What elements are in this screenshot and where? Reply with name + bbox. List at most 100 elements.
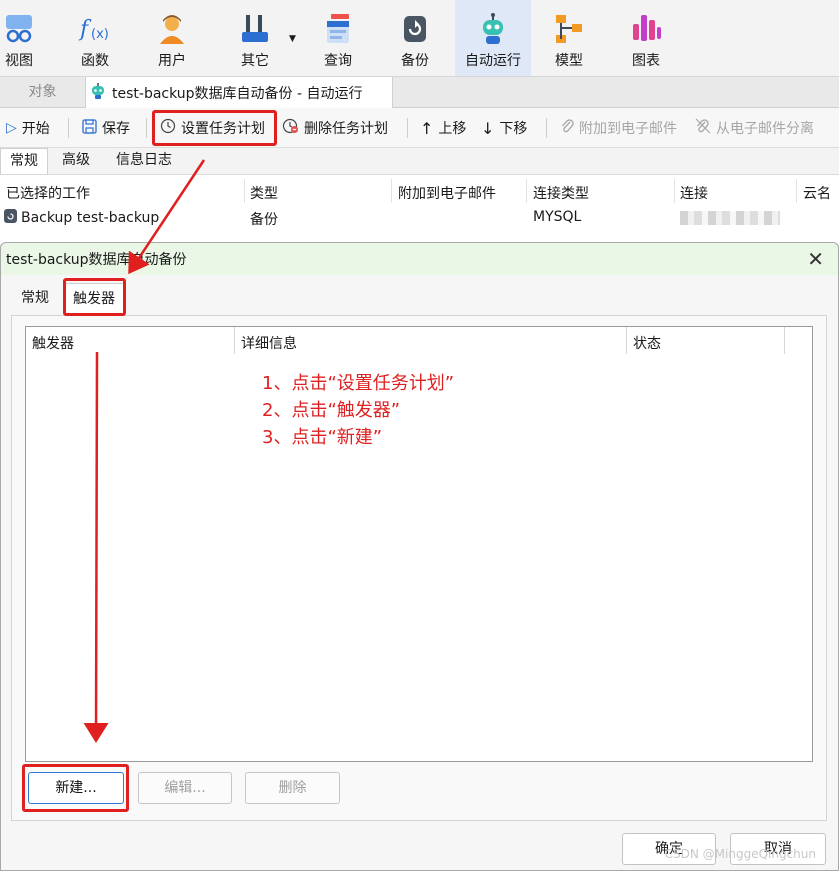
play-icon: ▷	[6, 120, 17, 136]
attach-email-label: 附加到电子邮件	[579, 121, 677, 137]
annotation-step-3: 3、点击“新建”	[262, 427, 383, 448]
connection-blurred	[680, 211, 780, 225]
edit-trigger-button[interactable]: 编辑...	[138, 772, 232, 804]
set-schedule-button[interactable]: 设置任务计划	[160, 108, 265, 148]
column-header-details[interactable]: 详细信息	[241, 333, 297, 353]
robot-icon	[476, 12, 510, 46]
ribbon-model-button[interactable]: 模型	[547, 0, 591, 76]
chevron-down-icon[interactable]: ▼	[289, 34, 296, 44]
divider	[546, 118, 547, 138]
ribbon-chart-button[interactable]: 图表	[624, 0, 668, 76]
ribbon-backup-button[interactable]: 备份	[393, 0, 437, 76]
arrow-down-icon: ↓	[481, 118, 495, 138]
job-name: Backup test-backup	[21, 210, 160, 226]
set-schedule-label: 设置任务计划	[181, 121, 265, 137]
column-divider	[626, 327, 627, 354]
column-header-status[interactable]: 状态	[633, 333, 661, 353]
dialog-tab-triggers[interactable]: 触发器	[63, 283, 125, 313]
column-divider	[796, 179, 797, 203]
ribbon-view-label: 视图	[5, 53, 33, 69]
ribbon-function-label: 函数	[81, 53, 109, 69]
tab-automation-job[interactable]: test-backup数据库自动备份 - 自动运行	[85, 77, 393, 108]
paperclip-icon	[560, 118, 574, 138]
attach-email-button[interactable]: 附加到电子邮件	[560, 108, 677, 148]
clock-icon	[160, 118, 176, 138]
ribbon-other-button[interactable]: 其它	[232, 0, 278, 76]
job-sub-tabs: 常规 高级 信息日志	[0, 148, 180, 174]
detach-email-label: 从电子邮件分离	[716, 121, 814, 137]
annotation-step-2: 2、点击“触发器”	[262, 400, 401, 421]
ribbon-model-label: 模型	[555, 53, 583, 69]
ribbon-query-button[interactable]: 查询	[316, 0, 360, 76]
divider	[146, 118, 147, 138]
column-divider	[526, 179, 527, 203]
table-row[interactable]: Backup test-backup	[4, 209, 159, 227]
delete-trigger-button[interactable]: 删除	[245, 772, 340, 804]
watermark: CSDN @MinggeQingchun	[664, 847, 816, 861]
column-header-job[interactable]: 已选择的工作	[6, 183, 90, 203]
selected-jobs-table: 已选择的工作 类型 附加到电子邮件 连接类型 连接 云名 Backup test…	[0, 174, 839, 244]
paperclip-detach-icon	[695, 118, 711, 138]
triggers-table: 触发器 详细信息 状态 1、点击“设置任务计划” 2、点击“触发器” 3、点击“…	[25, 326, 813, 762]
tab-general[interactable]: 常规	[0, 148, 48, 174]
dialog-tab-general[interactable]: 常规	[13, 283, 57, 313]
clock-delete-icon	[282, 118, 299, 138]
arrow-up-icon: ↑	[420, 118, 434, 138]
column-divider	[391, 179, 392, 203]
ribbon-automation-button[interactable]: 自动运行	[455, 0, 531, 76]
move-up-button[interactable]: ↑ 上移	[420, 108, 466, 148]
automation-dialog: test-backup数据库自动备份 ✕ 常规 触发器 触发器 详细信息 状态 …	[0, 242, 839, 871]
tab-objects[interactable]: 对象	[0, 77, 85, 108]
divider	[407, 118, 408, 138]
new-trigger-button[interactable]: 新建...	[28, 772, 124, 804]
detach-email-button[interactable]: 从电子邮件分离	[695, 108, 814, 148]
ribbon-toolbar: 视图 f (x) 函数 用户 其它 ▼ 查询 备份 自动运行 模型 图表	[0, 0, 839, 76]
tab-advanced[interactable]: 高级	[52, 148, 100, 174]
column-header-connection[interactable]: 连接	[680, 183, 708, 203]
start-button[interactable]: ▷ 开始	[6, 108, 50, 148]
svg-text:f: f	[78, 17, 92, 42]
svg-text:(x): (x)	[91, 27, 109, 42]
robot-icon	[90, 82, 106, 103]
column-header-attach-email[interactable]: 附加到电子邮件	[398, 183, 496, 203]
ribbon-query-label: 查询	[324, 53, 352, 69]
ribbon-user-label: 用户	[158, 53, 186, 69]
move-down-button[interactable]: ↓ 下移	[481, 108, 527, 148]
ribbon-function-button[interactable]: f (x) 函数	[73, 0, 117, 76]
ribbon-other-label: 其它	[241, 53, 269, 69]
move-up-label: 上移	[438, 121, 467, 137]
backup-icon	[398, 12, 432, 46]
ribbon-user-button[interactable]: 用户	[150, 0, 194, 76]
column-header-cloud-name[interactable]: 云名	[803, 183, 831, 203]
job-type: 备份	[250, 212, 278, 228]
column-divider	[674, 179, 675, 203]
column-header-type[interactable]: 类型	[250, 183, 278, 203]
annotation-step-1: 1、点击“设置任务计划”	[262, 373, 455, 394]
column-header-connection-type[interactable]: 连接类型	[533, 183, 589, 203]
query-icon	[321, 12, 355, 46]
tab-message-log[interactable]: 信息日志	[106, 148, 182, 174]
column-divider	[244, 179, 245, 203]
move-down-label: 下移	[499, 121, 528, 137]
dialog-title: test-backup数据库自动备份	[6, 252, 187, 268]
document-tab-bar: 对象 test-backup数据库自动备份 - 自动运行	[0, 76, 839, 108]
tab-automation-job-label: test-backup数据库自动备份 - 自动运行	[112, 85, 363, 102]
dialog-title-bar: test-backup数据库自动备份 ✕	[1, 243, 838, 275]
save-button[interactable]: 保存	[82, 108, 130, 148]
chart-icon	[629, 12, 663, 46]
ribbon-chart-label: 图表	[632, 53, 660, 69]
column-divider	[234, 327, 235, 354]
column-header-trigger[interactable]: 触发器	[32, 333, 74, 353]
ribbon-backup-label: 备份	[401, 53, 429, 69]
divider	[68, 118, 69, 138]
ribbon-automation-label: 自动运行	[465, 53, 521, 69]
delete-schedule-button[interactable]: 删除任务计划	[282, 108, 388, 148]
delete-schedule-label: 删除任务计划	[304, 121, 388, 137]
user-icon	[155, 12, 189, 46]
tools-icon	[238, 12, 272, 46]
close-icon[interactable]: ✕	[807, 247, 824, 271]
triggers-panel: 触发器 详细信息 状态 1、点击“设置任务计划” 2、点击“触发器” 3、点击“…	[11, 315, 827, 821]
ribbon-view-button[interactable]: 视图	[0, 0, 38, 76]
backup-icon	[4, 209, 17, 227]
function-icon: f (x)	[78, 12, 112, 46]
